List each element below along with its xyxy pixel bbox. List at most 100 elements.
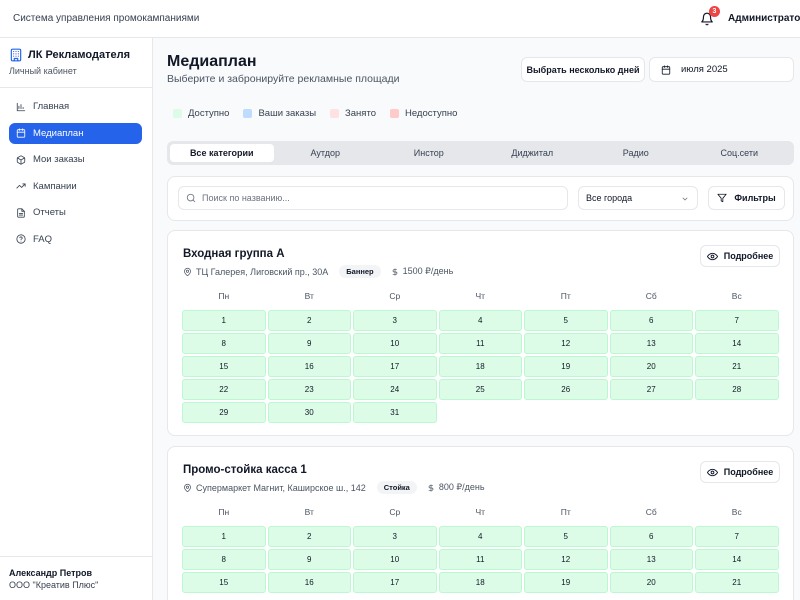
tab-radio[interactable]: Радио — [584, 144, 688, 162]
sidebar-item-orders[interactable]: Мои заказы — [9, 149, 142, 170]
calendar-day[interactable]: 12 — [524, 549, 608, 570]
calendar-day[interactable]: 6 — [609, 310, 693, 331]
weekday-label: Пн — [218, 291, 230, 301]
calendar-day[interactable]: 29 — [182, 402, 266, 423]
calendar-day[interactable]: 14 — [695, 333, 779, 354]
tab-all-categories[interactable]: Все категории — [170, 144, 274, 162]
venue-price: 1500 ₽/день — [402, 266, 454, 276]
filters-button[interactable]: Фильтры — [708, 186, 785, 210]
calendar-day[interactable]: 22 — [182, 379, 266, 400]
sidebar-item-faq[interactable]: FAQ — [9, 229, 142, 250]
eye-icon — [706, 252, 718, 260]
user-org: ООО "Креатив Плюс" — [9, 580, 99, 590]
calendar-day[interactable]: 6 — [609, 526, 693, 547]
legend-swatch — [243, 109, 253, 118]
tab-instore[interactable]: Инстор — [377, 144, 481, 162]
city-select[interactable]: Все города — [578, 186, 698, 210]
select-multiple-days-button[interactable]: Выбрать несколько дней — [521, 57, 645, 82]
calendar-day[interactable]: 16 — [267, 356, 351, 377]
trending-up-icon — [16, 183, 26, 189]
calendar-day[interactable]: 16 — [267, 572, 351, 593]
availability-calendar: Пн Вт Ср Чт Пт Сб Вс 1 2 3 4 5 6 7 8 9 10 11 12 13 14… — [182, 289, 781, 423]
app-title: Система управления промокампаниями — [13, 13, 200, 24]
calendar-day[interactable]: 31 — [353, 402, 437, 423]
tab-social[interactable]: Соц.сети — [688, 144, 792, 162]
calendar-day[interactable]: 21 — [695, 572, 779, 593]
calendar-day[interactable]: 10 — [353, 333, 437, 354]
calendar-day[interactable]: 7 — [695, 526, 779, 547]
calendar-day[interactable]: 8 — [182, 549, 266, 570]
calendar-day[interactable]: 27 — [609, 379, 693, 400]
availability-legend: Доступно Ваши заказы Занято Недоступно — [173, 108, 471, 119]
calendar-day[interactable]: 17 — [353, 572, 437, 593]
calendar-day[interactable]: 2 — [267, 526, 351, 547]
calendar-day[interactable]: 28 — [695, 379, 779, 400]
city-select-value: Все города — [586, 193, 633, 203]
venue-price: 800 ₽/день — [438, 482, 485, 492]
filter-bar: Все города Фильтры — [167, 176, 794, 221]
calendar-day[interactable]: 21 — [695, 356, 779, 377]
divider — [0, 87, 152, 88]
calendar-day[interactable]: 12 — [524, 333, 608, 354]
calendar-day[interactable]: 3 — [353, 310, 437, 331]
calendar-day[interactable]: 30 — [267, 402, 351, 423]
chevron-down-icon — [682, 197, 688, 201]
calendar-day[interactable]: 11 — [438, 549, 522, 570]
weekday-header: Пн Вт Ср Чт Пт Сб Вс — [182, 505, 781, 519]
calendar-day[interactable]: 19 — [524, 356, 608, 377]
tab-digital[interactable]: Диджитал — [481, 144, 585, 162]
calendar-day[interactable]: 4 — [438, 526, 522, 547]
calendar-day[interactable]: 20 — [609, 572, 693, 593]
month-picker[interactable]: июля 2025 — [649, 57, 794, 82]
user-name: Александр Петров — [9, 568, 93, 578]
tab-outdoor[interactable]: Аутдор — [274, 144, 378, 162]
calendar-day[interactable]: 20 — [609, 356, 693, 377]
venue-card: Входная группа А ТЦ Галерея, Лиговский п… — [167, 230, 794, 436]
calendar-day[interactable]: 13 — [609, 549, 693, 570]
calendar-day[interactable]: 10 — [353, 549, 437, 570]
page-subtitle: Выберите и забронируйте рекламные площад… — [167, 73, 400, 85]
calendar-day[interactable]: 11 — [438, 333, 522, 354]
calendar-day[interactable]: 7 — [695, 310, 779, 331]
calendar-day[interactable]: 24 — [353, 379, 437, 400]
calendar-day[interactable]: 18 — [438, 356, 522, 377]
calendar-day[interactable]: 23 — [267, 379, 351, 400]
calendar-day[interactable]: 1 — [182, 526, 266, 547]
user-role-menu[interactable]: Администратор — [728, 13, 800, 24]
calendar-day[interactable]: 19 — [524, 572, 608, 593]
calendar-day[interactable]: 5 — [524, 310, 608, 331]
sidebar-item-reports[interactable]: Отчеты — [9, 202, 142, 223]
venue-meta: ТЦ Галерея, Лиговский пр., 30А Баннер 15… — [183, 265, 453, 278]
calendar-day[interactable]: 9 — [267, 549, 351, 570]
calendar-day[interactable]: 15 — [182, 356, 266, 377]
sidebar-item-mediaplan[interactable]: Медиаплан — [9, 122, 142, 144]
file-text-icon — [17, 207, 25, 218]
calendar-day[interactable]: 26 — [524, 379, 608, 400]
calendar-day[interactable]: 3 — [353, 526, 437, 547]
eye-icon — [706, 468, 718, 476]
sidebar-item-home[interactable]: Главная — [9, 96, 142, 117]
weekday-label: Пт — [560, 507, 571, 517]
calendar-day[interactable]: 4 — [438, 310, 522, 331]
search-input[interactable] — [202, 193, 552, 203]
details-button[interactable]: Подробнее — [700, 461, 780, 483]
sidebar-item-campaigns[interactable]: Кампании — [9, 176, 142, 197]
calendar-day[interactable]: 25 — [438, 379, 522, 400]
details-button[interactable]: Подробнее — [700, 245, 780, 267]
calendar-day[interactable]: 14 — [695, 549, 779, 570]
map-pin-icon — [184, 267, 191, 276]
calendar-day[interactable]: 1 — [182, 310, 266, 331]
weekday-label: Чт — [475, 507, 486, 517]
calendar-day[interactable]: 15 — [182, 572, 266, 593]
calendar-day[interactable]: 2 — [267, 310, 351, 331]
sidebar-nav: Главная Медиаплан Мои заказы Кампании От… — [9, 96, 142, 255]
calendar-day[interactable]: 8 — [182, 333, 266, 354]
venue-type-badge: Баннер — [339, 265, 381, 278]
calendar-day[interactable]: 9 — [267, 333, 351, 354]
weekday-label: Вт — [304, 291, 314, 301]
calendar-day[interactable]: 18 — [438, 572, 522, 593]
legend-item: Недоступно — [389, 108, 457, 119]
calendar-day[interactable]: 17 — [353, 356, 437, 377]
calendar-day[interactable]: 5 — [524, 526, 608, 547]
calendar-day[interactable]: 13 — [609, 333, 693, 354]
